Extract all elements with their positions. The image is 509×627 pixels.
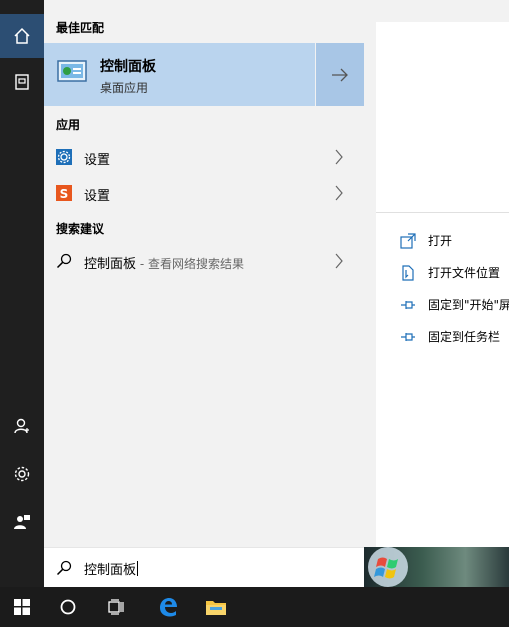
taskbar [0,587,509,627]
best-match-expand-button[interactable] [316,43,364,106]
feedback-icon [14,515,30,529]
cortana-button[interactable] [46,587,90,627]
action-label: 固定到任务栏 [428,330,501,344]
task-view-button[interactable] [94,587,138,627]
search-box[interactable]: 控制面板 [44,547,364,588]
document-icon [15,74,29,90]
gear-icon [14,466,30,482]
chevron-right-icon [335,253,343,269]
suggestions-heading: 搜索建议 [56,222,105,236]
home-button[interactable] [0,14,44,58]
apps-heading: 应用 [56,118,81,132]
feedback-button[interactable] [0,500,44,544]
edge-icon [160,598,177,617]
best-match-title: 控制面板 [100,59,156,75]
web-suggestion-item[interactable]: 控制面板 - 查看网络搜索结果 [44,244,364,278]
sogou-app-icon: S [56,185,72,201]
action-label: 打开 [428,234,453,248]
web-suggestion-query: 控制面板 [84,257,137,272]
task-view-icon [108,599,124,615]
app-item-sogou-settings[interactable]: S 设置 [44,176,364,210]
windows-icon [14,599,30,615]
action-label: 打开文件位置 [428,266,501,280]
user-button[interactable] [0,404,44,448]
start-menu-rail [0,0,44,587]
search-input-value: 控制面板 [84,563,137,578]
pane-gap [364,0,376,547]
control-panel-icon [57,60,87,82]
documents-button[interactable] [0,60,44,104]
best-match-item[interactable]: 控制面板 桌面应用 [44,43,315,106]
app-item-settings[interactable]: 设置 [44,140,364,174]
open-icon [400,233,416,249]
home-icon [14,27,30,44]
chevron-right-icon [335,185,343,201]
file-explorer-button[interactable] [194,587,238,627]
pin-icon [401,301,415,309]
svg-text:S: S [60,187,69,201]
search-icon [56,253,72,269]
best-match-heading: 最佳匹配 [56,21,105,35]
search-icon [56,560,72,576]
folder-icon [206,601,226,615]
app-item-label: 设置 [84,153,111,168]
action-label: 固定到"开始"屏 [428,298,509,312]
web-suggestion-hint: - 查看网络搜索结果 [136,257,244,271]
add-user-icon [14,418,29,434]
windows-logo-icon [368,547,408,587]
text-cursor [137,561,139,576]
chevron-right-icon [335,149,343,165]
web-suggestion-text: 控制面板 - 查看网络搜索结果 [84,253,244,272]
best-match-subtitle: 桌面应用 [100,81,149,95]
desktop-wallpaper [364,547,509,587]
start-button[interactable] [0,587,44,627]
cortana-icon [60,599,76,615]
app-item-label: 设置 [84,189,111,204]
arrow-right-icon [332,68,348,81]
settings-rail-button[interactable] [0,452,44,496]
edge-button[interactable] [146,587,190,627]
pin-icon [401,333,415,341]
preview-header [376,22,509,212]
settings-app-icon [56,149,72,165]
search-input[interactable]: 控制面板 [84,559,139,578]
file-location-icon [402,265,414,281]
